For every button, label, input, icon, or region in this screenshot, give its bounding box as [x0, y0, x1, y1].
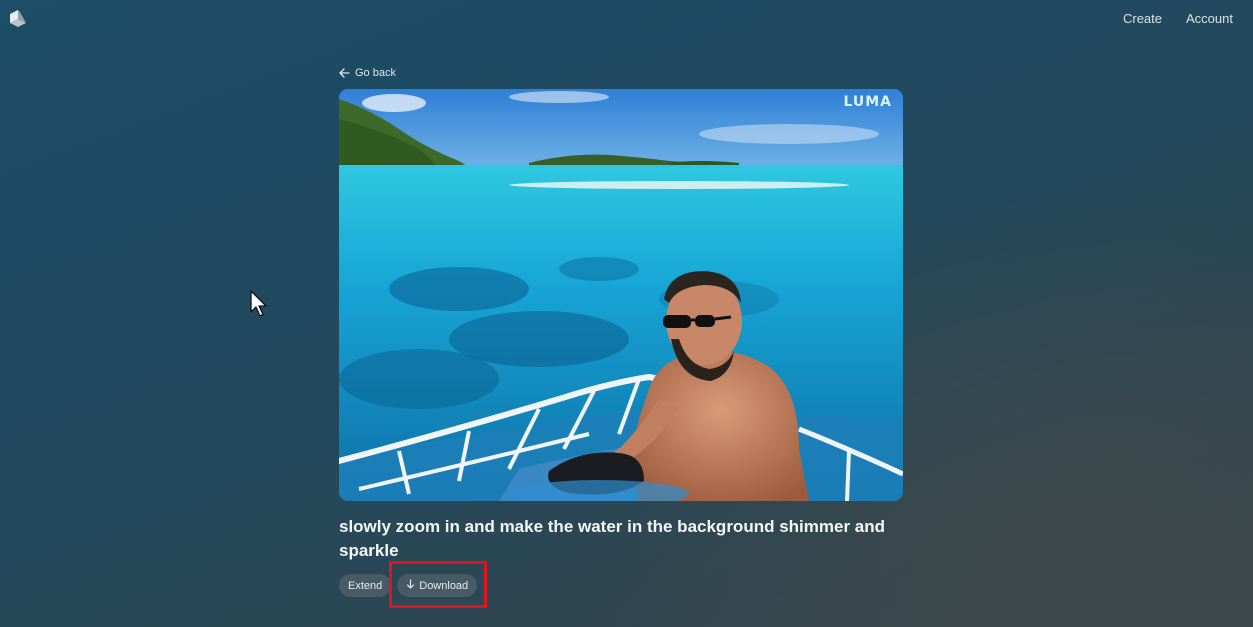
video-player[interactable]: LUMA [339, 89, 903, 501]
extend-button[interactable]: Extend [339, 574, 392, 597]
mouse-cursor-icon [250, 290, 268, 323]
nav-create-link[interactable]: Create [1123, 11, 1162, 26]
extend-label: Extend [348, 579, 383, 592]
prompt-text: slowly zoom in and make the water in the… [339, 517, 886, 560]
go-back-label: Go back [355, 67, 396, 79]
go-back-link[interactable]: Go back [339, 67, 396, 79]
luma-logo-icon[interactable] [8, 8, 28, 30]
video-frame-image [339, 89, 903, 501]
arrow-left-icon [339, 68, 350, 78]
nav-account-link[interactable]: Account [1186, 11, 1233, 26]
luma-watermark: LUMA [843, 94, 892, 110]
download-highlight-box [389, 561, 487, 608]
top-nav: Create Account [1123, 11, 1233, 26]
